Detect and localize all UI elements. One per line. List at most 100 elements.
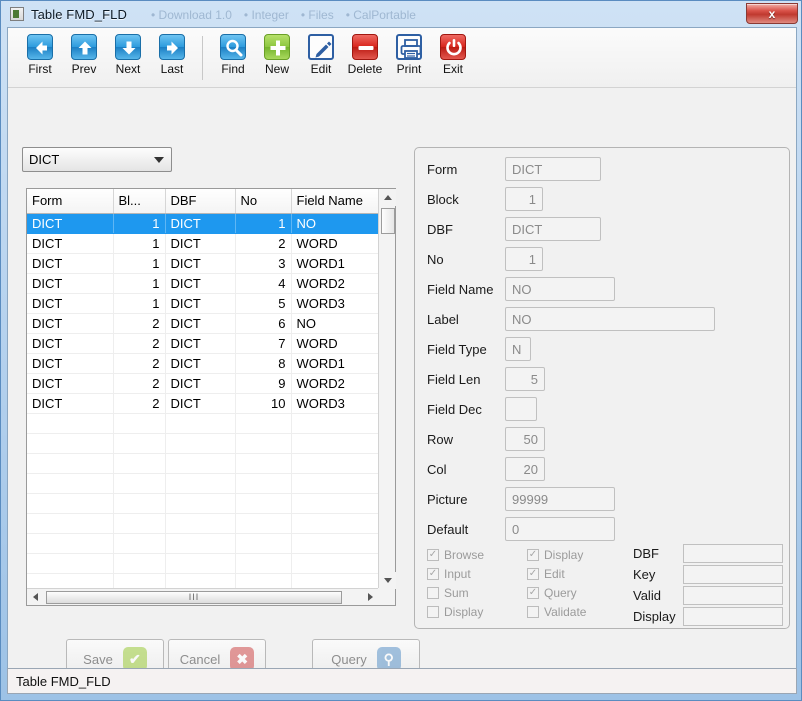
toolbar-button-delete[interactable]: Delete [343,34,387,76]
grid-empty-row[interactable] [27,553,379,573]
checkbox-browse-0[interactable]: ✓Browse [427,548,484,562]
checkbox-label: Edit [544,567,565,581]
grid-cell: 1 [113,253,165,273]
table-row[interactable]: DICT1DICT2WORD [27,233,379,253]
table-row[interactable]: DICT2DICT10WORD3 [27,393,379,413]
field-label: Row [427,432,505,447]
grid-cell: WORD3 [291,393,379,413]
lookup-input-valid[interactable] [683,586,783,605]
grid-empty-row[interactable] [27,433,379,453]
grid-cell-empty [291,533,379,553]
table-row[interactable]: DICT1DICT5WORD3 [27,293,379,313]
toolbar-button-prev[interactable]: Prev [62,34,106,76]
grid-empty-row[interactable] [27,493,379,513]
toolbar-button-new[interactable]: New [255,34,299,76]
field-input-field-name[interactable]: NO [505,277,615,301]
grid-empty-row[interactable] [27,573,379,589]
checkbox-input-1[interactable]: ✓Input [427,567,471,581]
grid-empty-row[interactable] [27,413,379,433]
field-input-dbf[interactable]: DICT [505,217,601,241]
table-row[interactable]: DICT1DICT1NO [27,213,379,233]
field-input-row[interactable]: 50 [505,427,545,451]
form-select-combo[interactable]: DICT [22,147,172,172]
background-window-ghost-text: • Download 1.0• Integer• Files• CalPorta… [151,5,711,25]
grid-column-header[interactable]: No [235,189,291,213]
lookup-row: DBF [633,544,783,563]
grid-empty-row[interactable] [27,453,379,473]
field-input-no[interactable]: 1 [505,247,543,271]
checkbox-validate-7[interactable]: Validate [527,605,586,619]
toolbar-button-edit[interactable]: Edit [299,34,343,76]
grid-cell-empty [27,433,113,453]
field-input-field-type[interactable]: N [505,337,531,361]
field-input-picture[interactable]: 99999 [505,487,615,511]
grid-vertical-scrollbar[interactable] [378,189,395,589]
grid-horizontal-scrollbar[interactable]: III [27,588,379,605]
grid-empty-row[interactable] [27,533,379,553]
field-input-label[interactable]: NO [505,307,715,331]
toolbar-button-next[interactable]: Next [106,34,150,76]
table-row[interactable]: DICT2DICT7WORD [27,333,379,353]
title-bar: Table FMD_FLD • Download 1.0• Integer• F… [1,1,802,27]
magnifier-icon [220,34,246,60]
table-row[interactable]: DICT2DICT6NO [27,313,379,333]
checkbox-icon: ✓ [527,568,539,580]
grid-empty-row[interactable] [27,473,379,493]
grid-column-header[interactable]: Bl... [113,189,165,213]
checkbox-icon [427,587,439,599]
ghost-tab: • Download 1.0 [151,8,232,22]
table-row[interactable]: DICT2DICT8WORD1 [27,353,379,373]
grid-body[interactable]: DICT1DICT1NODICT1DICT2WORDDICT1DICT3WORD… [27,213,379,589]
checkbox-edit-5[interactable]: ✓ Edit [527,567,565,581]
lookup-input-display[interactable] [683,607,783,626]
grid-cell-empty [27,573,113,589]
grid-cell-empty [291,513,379,533]
field-input-field-dec[interactable] [505,397,537,421]
field-input-col[interactable]: 20 [505,457,545,481]
toolbar-button-label: Exit [443,62,463,76]
toolbar-button-print[interactable]: Print [387,34,431,76]
field-input-form[interactable]: DICT [505,157,601,181]
field-input-block[interactable]: 1 [505,187,543,211]
checkbox-icon: ✓ [427,568,439,580]
minus-circle-icon [352,34,378,60]
grid-column-header[interactable]: Field Name [291,189,379,213]
checkbox-display-3[interactable]: Display [427,605,483,619]
toolbar-button-last[interactable]: Last [150,34,194,76]
table-row[interactable]: DICT1DICT3WORD1 [27,253,379,273]
lookup-input-key[interactable] [683,565,783,584]
scroll-right-icon[interactable] [362,589,379,606]
grid-column-header[interactable]: Form [27,189,113,213]
grid-cell-empty [235,573,291,589]
toolbar-button-label: Find [221,62,244,76]
grid-cell: DICT [165,273,235,293]
close-icon[interactable]: x [746,3,798,24]
detail-field-row: No1 [427,246,543,272]
table-row[interactable]: DICT1DICT4WORD2 [27,273,379,293]
field-input-field-len[interactable]: 5 [505,367,545,391]
vertical-scroll-thumb[interactable] [381,208,395,234]
lookup-input-dbf[interactable] [683,544,783,563]
field-input-default[interactable]: 0 [505,517,615,541]
table-row[interactable]: DICT2DICT9WORD2 [27,373,379,393]
toolbar-button-exit[interactable]: Exit [431,34,475,76]
checkbox-sum-2[interactable]: Sum [427,586,469,600]
toolbar-button-first[interactable]: First [18,34,62,76]
records-grid[interactable]: FormBl...DBFNoField Name DICT1DICT1NODIC… [26,188,396,606]
grid-header-row[interactable]: FormBl...DBFNoField Name [27,189,379,213]
checkbox-display-4[interactable]: ✓Display [527,548,583,562]
checkbox-query-6[interactable]: ✓Query [527,586,577,600]
scroll-down-icon[interactable] [379,572,396,589]
toolbar-button-find[interactable]: Find [211,34,255,76]
grid-empty-row[interactable] [27,513,379,533]
grid-cell-empty [113,573,165,589]
toolbar-button-label: Last [161,62,184,76]
scroll-left-icon[interactable] [27,589,44,606]
scroll-up-icon[interactable] [379,189,396,206]
grid-column-header[interactable]: DBF [165,189,235,213]
cancel-button-label: Cancel [180,652,220,667]
horizontal-scroll-thumb[interactable]: III [46,591,342,604]
grid-cell: 8 [235,353,291,373]
form-select-value: DICT [29,152,59,167]
field-label: Picture [427,492,505,507]
